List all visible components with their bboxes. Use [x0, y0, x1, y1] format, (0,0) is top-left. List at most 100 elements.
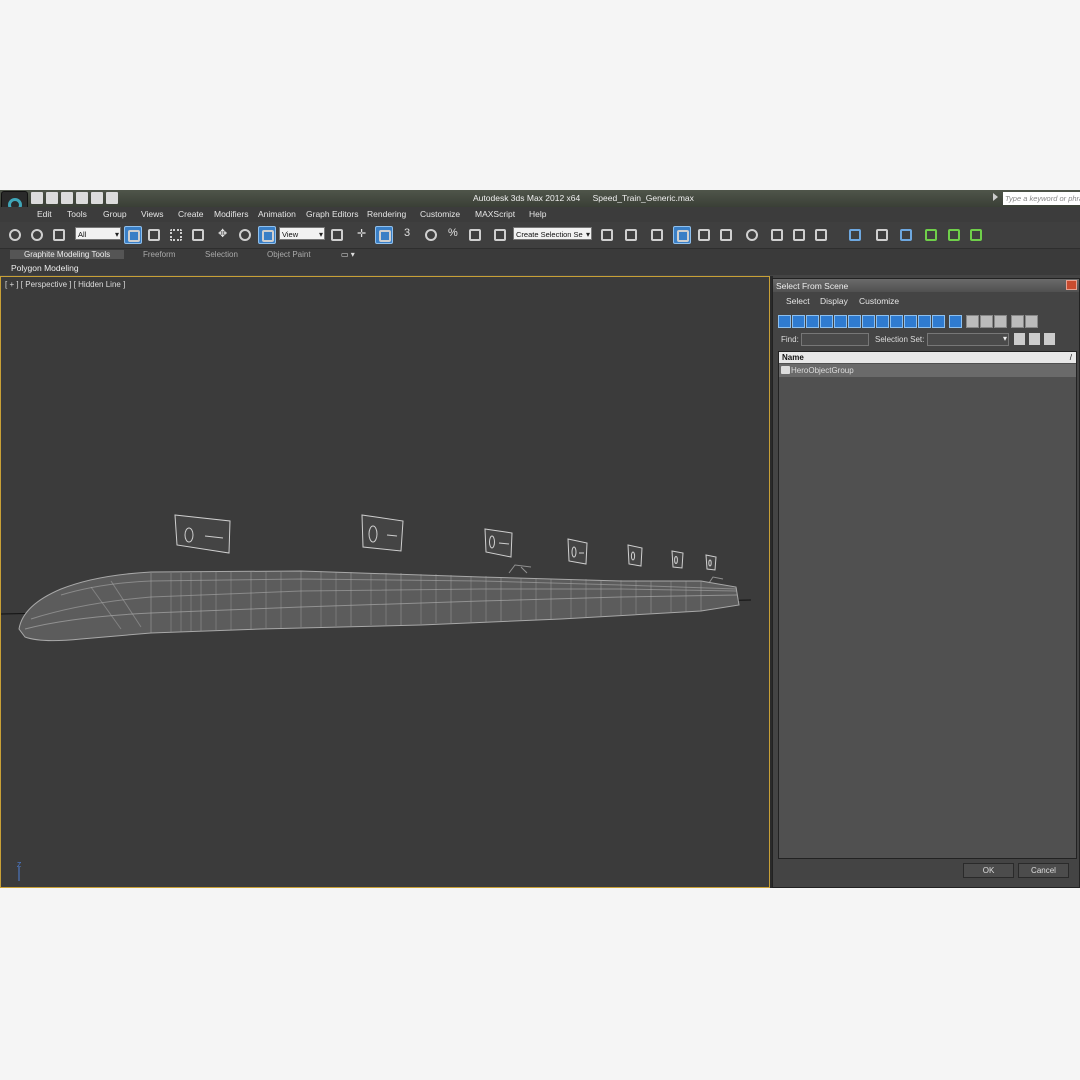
schematic-view-button[interactable]	[717, 226, 735, 244]
sync-selection-icon[interactable]	[1014, 333, 1025, 345]
render-setup-button[interactable]	[768, 226, 786, 244]
select-object-button[interactable]	[124, 226, 142, 244]
named-selection-set-dropdown[interactable]: Create Selection Se	[513, 227, 592, 240]
select-and-scale-button[interactable]	[258, 226, 276, 244]
menu-group[interactable]: Group	[103, 209, 127, 219]
select-and-link-button[interactable]	[6, 226, 24, 244]
select-and-move-button[interactable]: ✥	[214, 226, 232, 244]
rectangular-selection-button[interactable]	[167, 226, 185, 244]
reference-coordinate-dropdown[interactable]: View	[279, 227, 325, 240]
extra-tool-3-button[interactable]	[897, 226, 915, 244]
render-production-button[interactable]	[812, 226, 830, 244]
tab-selection[interactable]: Selection	[205, 250, 238, 259]
select-invert-icon[interactable]	[994, 315, 1007, 328]
display-bones-icon[interactable]	[890, 315, 903, 328]
open-file-icon[interactable]	[46, 192, 58, 204]
display-hidden-icon[interactable]	[932, 315, 945, 328]
perspective-viewport[interactable]: [ + ] [ Perspective ] [ Hidden Line ] Z	[0, 276, 770, 888]
tab-graphite-modeling-tools[interactable]: Graphite Modeling Tools	[10, 250, 125, 259]
selection-set-dropdown[interactable]	[927, 333, 1009, 346]
material-editor-button[interactable]	[743, 226, 761, 244]
keyboard-shortcut-override-button[interactable]	[375, 226, 393, 244]
filter-icon[interactable]	[1011, 315, 1024, 328]
display-geometry-icon[interactable]	[778, 315, 791, 328]
filter-options-icon[interactable]	[1025, 315, 1038, 328]
display-containers-icon[interactable]	[904, 315, 917, 328]
dialog-menu-display[interactable]: Display	[820, 296, 848, 306]
name-column-header[interactable]: Name /	[779, 352, 1076, 363]
menu-tools[interactable]: Tools	[67, 209, 87, 219]
display-xrefs-icon[interactable]	[876, 315, 889, 328]
redo-icon[interactable]	[91, 192, 103, 204]
search-expand-icon[interactable]	[993, 193, 998, 201]
extra-tool-2-button[interactable]	[873, 226, 891, 244]
polygon-modeling-panel[interactable]: Polygon Modeling	[11, 263, 79, 273]
display-frozen-icon[interactable]	[918, 315, 931, 328]
select-and-manipulate-button[interactable]: ✛	[353, 226, 371, 244]
find-input[interactable]	[801, 333, 869, 346]
unlink-selection-button[interactable]	[28, 226, 46, 244]
display-lights-icon[interactable]	[806, 315, 819, 328]
ok-button[interactable]: OK	[963, 863, 1014, 878]
menu-maxscript[interactable]: MAXScript	[475, 209, 515, 219]
cancel-button[interactable]: Cancel	[1018, 863, 1069, 878]
menu-graph-editors[interactable]: Graph Editors	[306, 209, 358, 219]
mirror-button[interactable]	[598, 226, 616, 244]
align-icon	[625, 229, 637, 241]
window-crossing-button[interactable]	[189, 226, 207, 244]
align-button[interactable]	[622, 226, 640, 244]
menu-create[interactable]: Create	[178, 209, 204, 219]
dialog-title-bar[interactable]: Select From Scene	[773, 279, 1079, 292]
select-all-icon[interactable]	[966, 315, 979, 328]
display-groups-icon[interactable]	[862, 315, 875, 328]
layer-manager-button[interactable]	[648, 226, 666, 244]
menu-modifiers[interactable]: Modifiers	[214, 209, 248, 219]
keyword-search-input[interactable]: Type a keyword or phrase	[1003, 192, 1080, 205]
spinner-snap-button[interactable]	[466, 226, 484, 244]
display-shapes-icon[interactable]	[792, 315, 805, 328]
snaps-toggle-button[interactable]: 3	[400, 226, 418, 244]
extra-tool-5-button[interactable]	[945, 226, 963, 244]
named-selection-icon	[494, 229, 506, 241]
extra-tool-6-button[interactable]	[967, 226, 985, 244]
percent-snap-button[interactable]: %	[444, 226, 462, 244]
main-toolbar: All ✥ View ✛ 3 % Create Selection Se	[0, 222, 1080, 249]
select-by-name-button[interactable]	[145, 226, 163, 244]
new-file-icon[interactable]	[31, 192, 43, 204]
use-pivot-center-button[interactable]	[328, 226, 346, 244]
tab-freeform[interactable]: Freeform	[143, 250, 175, 259]
display-helpers-icon[interactable]	[834, 315, 847, 328]
graphite-toggle-button[interactable]	[673, 226, 691, 244]
selection-filter-dropdown[interactable]: All	[75, 227, 121, 240]
menu-animation[interactable]: Animation	[258, 209, 296, 219]
menu-views[interactable]: Views	[141, 209, 164, 219]
hierarchy-icon[interactable]	[1029, 333, 1040, 345]
menu-rendering[interactable]: Rendering	[367, 209, 406, 219]
curve-editor-button[interactable]	[695, 226, 713, 244]
display-space-warps-icon[interactable]	[848, 315, 861, 328]
extra-tool-4-button[interactable]	[922, 226, 940, 244]
ribbon-options-icon[interactable]: ▭ ▾	[341, 250, 355, 259]
extra-tool-1-button[interactable]	[846, 226, 864, 244]
menu-edit[interactable]: Edit	[37, 209, 52, 219]
edit-named-selection-button[interactable]	[491, 226, 509, 244]
display-cameras-icon[interactable]	[820, 315, 833, 328]
scene-object-list[interactable]: Name / HeroObjectGroup	[778, 351, 1077, 859]
bind-to-space-warp-button[interactable]	[50, 226, 68, 244]
undo-icon[interactable]	[76, 192, 88, 204]
case-sensitive-icon[interactable]	[1044, 333, 1055, 345]
dialog-menu-customize[interactable]: Customize	[859, 296, 899, 306]
display-all-icon[interactable]	[949, 315, 962, 328]
tab-object-paint[interactable]: Object Paint	[267, 250, 311, 259]
menu-help[interactable]: Help	[529, 209, 546, 219]
project-folder-icon[interactable]	[106, 192, 118, 204]
rendered-frame-window-button[interactable]	[790, 226, 808, 244]
save-file-icon[interactable]	[61, 192, 73, 204]
dialog-menu-select[interactable]: Select	[786, 296, 810, 306]
angle-snap-button[interactable]	[422, 226, 440, 244]
select-and-rotate-button[interactable]	[236, 226, 254, 244]
close-icon[interactable]	[1066, 280, 1077, 290]
menu-customize[interactable]: Customize	[420, 209, 460, 219]
select-none-icon[interactable]	[980, 315, 993, 328]
list-item[interactable]: HeroObjectGroup	[779, 364, 1076, 377]
